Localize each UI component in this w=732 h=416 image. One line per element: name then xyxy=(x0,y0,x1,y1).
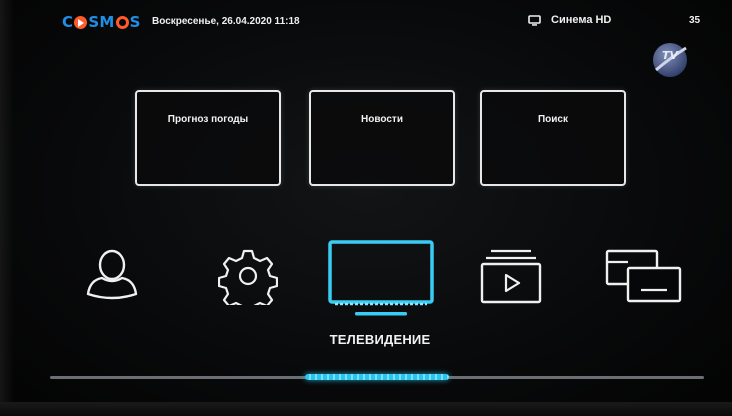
selected-menu-label: ТЕЛЕВИДЕНИЕ xyxy=(329,332,431,347)
tile-weather[interactable]: Прогноз погоды xyxy=(135,90,281,186)
date-time: Воскресенье, 26.04.2020 11:18 xyxy=(152,16,300,27)
tile-search-label: Поиск xyxy=(537,114,568,125)
logo-o-ring xyxy=(115,15,129,29)
logo-part: SM xyxy=(88,13,115,31)
tv-screen xyxy=(0,0,732,416)
tv-small-icon xyxy=(528,14,541,26)
logo-o-play xyxy=(74,15,88,29)
screen-bezel-bottom xyxy=(0,402,732,416)
logo-part: S xyxy=(129,13,141,31)
windows-icon[interactable] xyxy=(604,248,684,304)
tile-search[interactable]: Поиск xyxy=(480,90,626,186)
profile-icon[interactable] xyxy=(84,246,140,302)
cosmos-logo: C SM S xyxy=(62,13,141,31)
tv-channel-badge-icon: TV xyxy=(653,43,687,77)
logo-part: C xyxy=(62,13,74,31)
menu-scroll-thumb xyxy=(305,374,449,380)
tile-weather-label: Прогноз погоды xyxy=(167,114,249,125)
channel-name: Синема HD xyxy=(551,14,612,26)
video-library-icon[interactable] xyxy=(477,248,545,306)
badge-text: TV xyxy=(662,49,680,62)
tile-news[interactable]: Новости xyxy=(309,90,455,186)
settings-gear-icon[interactable] xyxy=(218,247,278,305)
tile-news-label: Новости xyxy=(361,114,403,125)
screen-bezel-left xyxy=(0,0,14,416)
television-icon[interactable] xyxy=(326,238,436,320)
channel-number: 35 xyxy=(689,15,701,26)
current-channel: Синема HD xyxy=(528,14,611,26)
